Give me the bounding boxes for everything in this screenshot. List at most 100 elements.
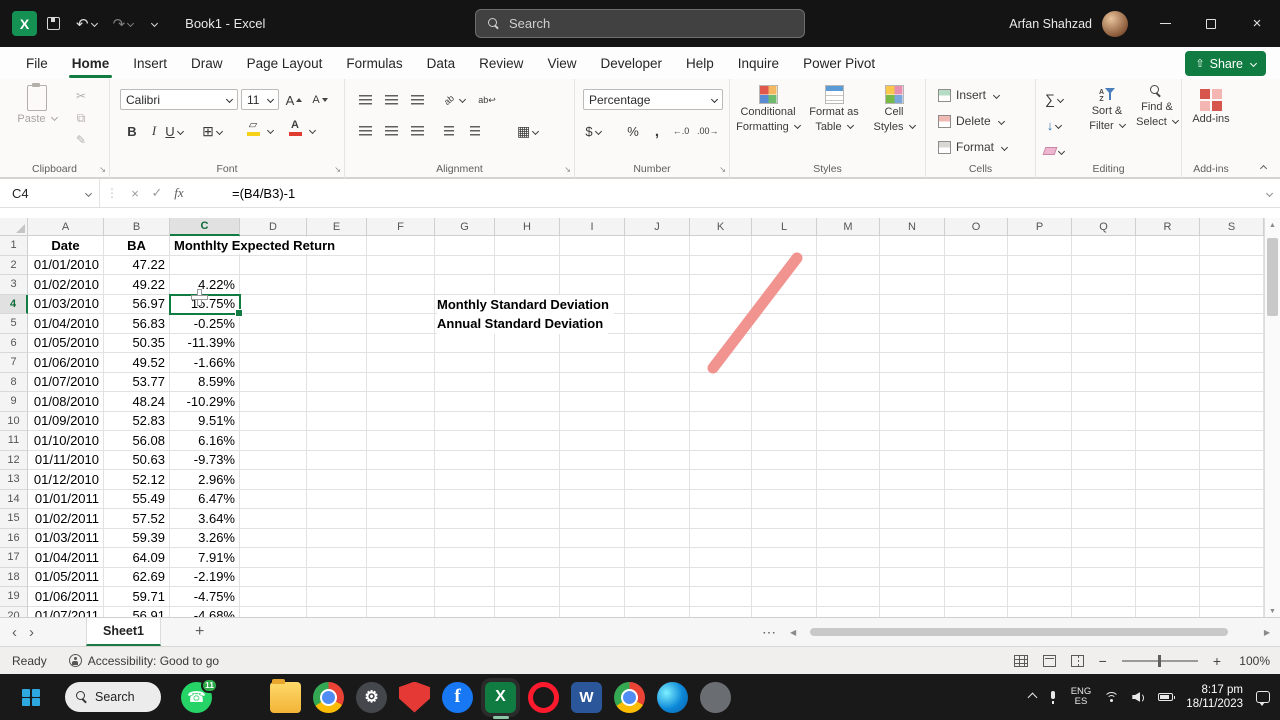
increase-font-size-button[interactable]: A	[284, 89, 304, 111]
cell-F3[interactable]	[367, 275, 435, 295]
cell-D8[interactable]	[240, 372, 307, 392]
cell-O12[interactable]	[945, 450, 1008, 470]
cell-M6[interactable]	[817, 333, 880, 353]
cell-P16[interactable]	[1008, 528, 1072, 548]
cell-A3[interactable]: 01/02/2010	[28, 275, 104, 295]
cell-J20[interactable]	[625, 606, 690, 617]
cell-G12[interactable]	[435, 450, 495, 470]
cell-R1[interactable]	[1136, 236, 1200, 256]
cell-G17[interactable]	[435, 548, 495, 568]
decrease-indent-button[interactable]	[439, 120, 459, 142]
cell-R20[interactable]	[1136, 606, 1200, 617]
cell-F20[interactable]	[367, 606, 435, 617]
cell-J16[interactable]	[625, 528, 690, 548]
cell-K14[interactable]	[690, 489, 752, 509]
whatsapp-icon[interactable]: ☎ 11	[181, 677, 218, 713]
cell-C4[interactable]: 15.75%	[170, 294, 240, 314]
cell-R19[interactable]	[1136, 587, 1200, 607]
row-header-15[interactable]: 15	[0, 509, 28, 529]
maximize-button[interactable]	[1188, 0, 1234, 47]
cell-E12[interactable]	[307, 450, 367, 470]
cell-I2[interactable]	[560, 255, 625, 275]
align-left-button[interactable]	[355, 120, 375, 142]
column-header-G[interactable]: G	[435, 218, 495, 236]
cell-I13[interactable]	[560, 470, 625, 490]
cell-A6[interactable]: 01/05/2010	[28, 333, 104, 353]
cell-Q2[interactable]	[1072, 255, 1136, 275]
cell-N14[interactable]	[880, 489, 945, 509]
cell-Q6[interactable]	[1072, 333, 1136, 353]
cell-C8[interactable]: 8.59%	[170, 372, 240, 392]
cell-D2[interactable]	[240, 255, 307, 275]
cell-S1[interactable]	[1200, 236, 1264, 256]
cell-C19[interactable]: -4.75%	[170, 587, 240, 607]
alignment-dialog-launcher[interactable]: ↘	[564, 166, 571, 174]
chevron-down-icon[interactable]	[266, 126, 275, 135]
cell-J8[interactable]	[625, 372, 690, 392]
cell-G11[interactable]	[435, 431, 495, 451]
cell-F6[interactable]	[367, 333, 435, 353]
cell-B8[interactable]: 53.77	[104, 372, 170, 392]
cell-E17[interactable]	[307, 548, 367, 568]
cell-I17[interactable]	[560, 548, 625, 568]
cell-B1[interactable]: BA	[104, 236, 170, 256]
cell-P14[interactable]	[1008, 489, 1072, 509]
decrease-decimal-button[interactable]: .00→	[697, 120, 719, 142]
cell-G6[interactable]	[435, 333, 495, 353]
cell-I14[interactable]	[560, 489, 625, 509]
cell-D16[interactable]	[240, 528, 307, 548]
cell-R11[interactable]	[1136, 431, 1200, 451]
cell-M12[interactable]	[817, 450, 880, 470]
cell-S2[interactable]	[1200, 255, 1264, 275]
cell-H19[interactable]	[495, 587, 560, 607]
cell-F8[interactable]	[367, 372, 435, 392]
cell-H13[interactable]	[495, 470, 560, 490]
cell-S15[interactable]	[1200, 509, 1264, 529]
cell-O1[interactable]	[945, 236, 1008, 256]
cell-K12[interactable]	[690, 450, 752, 470]
cell-O8[interactable]	[945, 372, 1008, 392]
cell-F17[interactable]	[367, 548, 435, 568]
underline-button[interactable]: U	[164, 120, 184, 142]
cell-D7[interactable]	[240, 353, 307, 373]
cell-L12[interactable]	[752, 450, 817, 470]
cell-M20[interactable]	[817, 606, 880, 617]
cell-M18[interactable]	[817, 567, 880, 587]
cell-M2[interactable]	[817, 255, 880, 275]
cell-E16[interactable]	[307, 528, 367, 548]
cell-B12[interactable]: 50.63	[104, 450, 170, 470]
cell-O3[interactable]	[945, 275, 1008, 295]
cell-R3[interactable]	[1136, 275, 1200, 295]
row-header-14[interactable]: 14	[0, 489, 28, 509]
cell-L8[interactable]	[752, 372, 817, 392]
cell-J12[interactable]	[625, 450, 690, 470]
cell-B14[interactable]: 55.49	[104, 489, 170, 509]
cell-S12[interactable]	[1200, 450, 1264, 470]
cell-K3[interactable]	[690, 275, 752, 295]
cell-P19[interactable]	[1008, 587, 1072, 607]
cell-M15[interactable]	[817, 509, 880, 529]
cell-D13[interactable]	[240, 470, 307, 490]
chevron-down-icon[interactable]	[308, 126, 317, 135]
cell-A17[interactable]: 01/04/2011	[28, 548, 104, 568]
row-header-4[interactable]: 4	[0, 294, 28, 314]
italic-button[interactable]: I	[144, 120, 164, 142]
column-header-E[interactable]: E	[307, 218, 367, 236]
column-header-H[interactable]: H	[495, 218, 560, 236]
merge-center-button[interactable]: ▦	[517, 120, 540, 142]
cell-P18[interactable]	[1008, 567, 1072, 587]
tab-developer[interactable]: Developer	[588, 47, 674, 79]
cell-S6[interactable]	[1200, 333, 1264, 353]
cell-J2[interactable]	[625, 255, 690, 275]
cell-I20[interactable]	[560, 606, 625, 617]
side-label-annual-std[interactable]: Annual Standard Deviation	[437, 314, 609, 334]
cell-F5[interactable]	[367, 314, 435, 334]
autosum-button[interactable]: ∑	[1044, 88, 1065, 110]
cell-I3[interactable]	[560, 275, 625, 295]
scroll-right-icon[interactable]: ▶	[1264, 628, 1270, 637]
cell-K15[interactable]	[690, 509, 752, 529]
cell-P20[interactable]	[1008, 606, 1072, 617]
cell-L19[interactable]	[752, 587, 817, 607]
tab-draw[interactable]: Draw	[179, 47, 235, 79]
row-header-9[interactable]: 9	[0, 392, 28, 412]
